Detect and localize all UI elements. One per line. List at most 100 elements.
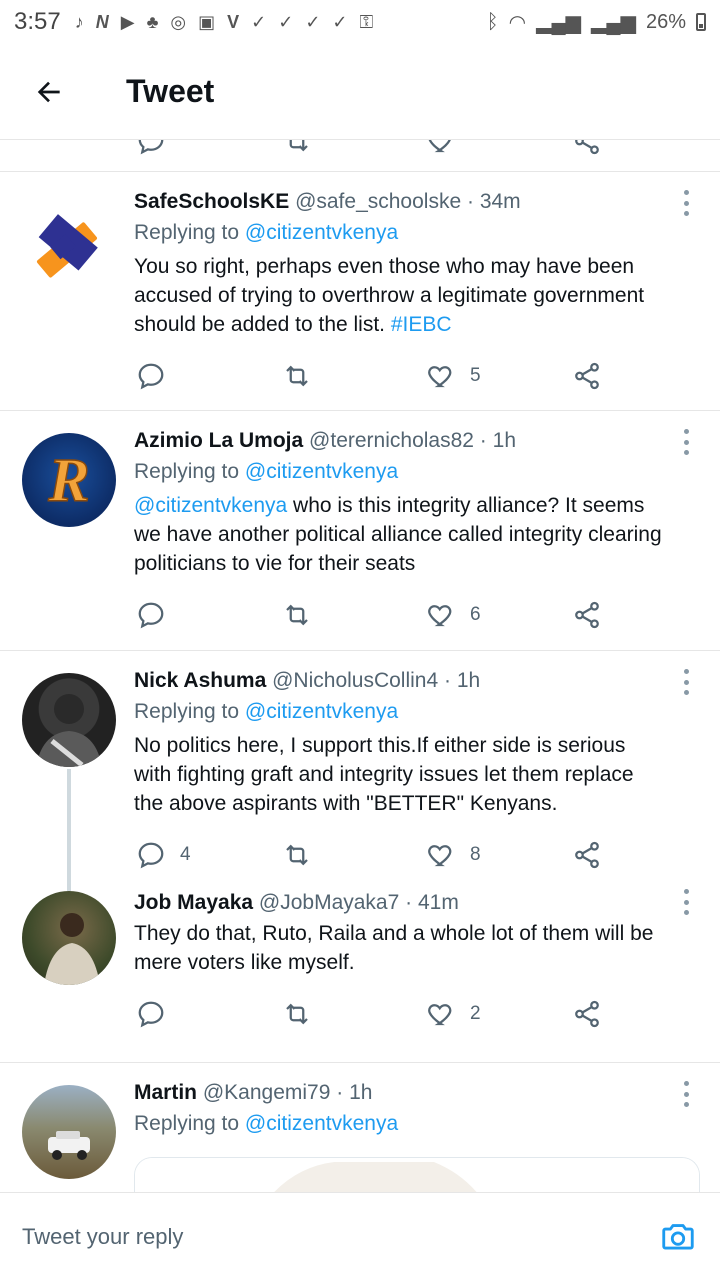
camera-button[interactable] [658,1217,698,1257]
retweet-icon[interactable] [282,140,312,156]
retweet-icon [286,365,308,387]
v-app-icon: V [227,11,240,32]
display-name[interactable]: Nick Ashuma [134,669,266,692]
heart-icon [428,1004,452,1026]
like-button[interactable]: 6 [426,600,481,630]
more-options-button[interactable] [682,429,690,455]
replying-to: Replying to @citizentvkenya [134,221,399,244]
tweet-header: Martin @Kangemi79 · 1h [134,1081,373,1104]
share-icon [575,601,599,629]
like-button[interactable]: 8 [426,840,481,870]
user-handle[interactable]: @NicholusCollin4 [272,669,438,692]
timestamp: 34m [479,190,521,213]
more-options-button[interactable] [682,1081,690,1107]
safeschools-logo-icon [36,214,98,278]
svg-text:R: R [47,447,89,515]
tweet-text: You so right, perhaps even those who may… [134,255,645,336]
back-button[interactable] [0,44,98,140]
display-name[interactable]: Job Mayaka [134,891,253,914]
heart-icon[interactable] [426,140,456,156]
reply-tweet[interactable]: SafeSchoolsKE @safe_schoolske · 34m Repl… [0,172,720,411]
more-options-button[interactable] [682,669,690,695]
bluetooth-icon: ᛒ [486,10,499,33]
timestamp: 1h [456,669,481,692]
user-handle[interactable]: @safe_schoolske [295,190,461,213]
reply-button[interactable] [136,600,180,630]
reply-composer [0,1192,720,1280]
reply-icon[interactable] [136,140,166,156]
share-icon [575,362,599,390]
youtube-icon: ▶ [120,11,135,32]
avatar[interactable] [22,673,116,767]
retweet-icon [286,844,308,866]
reply-tweet[interactable]: Nick Ashuma @NicholusCollin4 · 1h Replyi… [0,651,720,891]
reply-tweet[interactable]: R Azimio La Umoja @terernicholas82 · 1h … [0,411,720,651]
hashtag-link[interactable]: #IEBC [391,313,452,336]
retweet-button[interactable] [282,600,326,630]
replies-feed[interactable]: SafeSchoolsKE @safe_schoolske · 34m Repl… [0,140,720,1192]
like-button[interactable]: 5 [426,361,481,391]
more-options-button[interactable] [682,889,690,915]
reply-button[interactable] [136,999,180,1029]
r-logo-icon: R [47,446,91,516]
media-card[interactable] [134,1157,700,1192]
heart-icon [428,366,452,388]
avatar[interactable] [22,1085,116,1179]
user-handle[interactable]: @terernicholas82 [309,429,474,452]
mention-link[interactable]: @citizentvkenya [245,221,398,244]
tweet-actions: 5 [0,339,720,419]
reply-tweet[interactable]: Job Mayaka @JobMayaka7 · 41m They do tha… [0,889,720,1063]
share-button[interactable] [572,840,602,870]
mention-link[interactable]: @citizentvkenya [245,1112,398,1135]
top-app-bar: Tweet [0,44,720,140]
gallery-icon: ▣ [198,11,216,32]
like-count: 8 [470,844,481,865]
like-count: 5 [470,365,481,386]
display-name[interactable]: Martin [134,1081,197,1104]
heart-icon [428,845,452,867]
like-count: 2 [470,1003,481,1024]
tweet-text: No politics here, I support this.If eith… [134,734,634,815]
user-handle[interactable]: @Kangemi79 [203,1081,331,1104]
replying-to: Replying to @citizentvkenya [134,700,399,723]
reply-icon [138,363,164,390]
status-bar: 3:57 ♪ N ▶ ♣ ◎ ▣ V ✓ ✓ ✓ ✓ ⚿ ᛒ ◠ ▂▄▆ ▂▄▆… [0,0,720,44]
heart-icon [428,605,452,627]
mention-link[interactable]: @citizentvkenya [134,494,287,517]
avatar[interactable] [22,196,116,290]
like-button[interactable]: 2 [426,999,481,1029]
tweet-header: Nick Ashuma @NicholusCollin4 · 1h [134,669,481,692]
reply-button[interactable]: 4 [136,840,191,870]
avatar[interactable]: R [22,433,116,527]
person-photo-icon [44,913,100,985]
share-button[interactable] [572,361,602,391]
retweet-button[interactable] [282,840,326,870]
retweet-button[interactable] [282,361,326,391]
reply-button[interactable] [136,361,180,391]
tweet-text: @citizentvkenya who is this integrity al… [134,494,662,575]
user-handle[interactable]: @JobMayaka7 [259,891,399,914]
display-name[interactable]: Azimio La Umoja [134,429,303,452]
status-time: 3:57 [14,8,61,35]
more-options-button[interactable] [682,190,690,216]
share-button[interactable] [572,999,602,1029]
previous-tweet-actions [0,140,720,172]
retweet-button[interactable] [282,999,326,1029]
tweet-header: Job Mayaka @JobMayaka7 · 41m [134,891,459,914]
tweet-header: Azimio La Umoja @terernicholas82 · 1h [134,429,516,452]
check-icon: ✓ [305,11,321,32]
share-icon[interactable] [572,140,602,156]
battery-percent: 26% [645,10,686,33]
reply-icon [138,842,164,869]
timestamp: 1h [349,1081,373,1104]
chrome-icon: ◎ [170,11,187,32]
reply-tweet[interactable]: Martin @Kangemi79 · 1h Replying to @citi… [0,1063,720,1192]
rally-car-photo-icon [48,1131,90,1160]
avatar[interactable] [22,891,116,985]
mention-link[interactable]: @citizentvkenya [245,460,398,483]
reply-input[interactable] [22,1223,658,1250]
share-button[interactable] [572,600,602,630]
mention-link[interactable]: @citizentvkenya [245,700,398,723]
display-name[interactable]: SafeSchoolsKE [134,190,289,213]
person-photo-icon [36,694,102,767]
